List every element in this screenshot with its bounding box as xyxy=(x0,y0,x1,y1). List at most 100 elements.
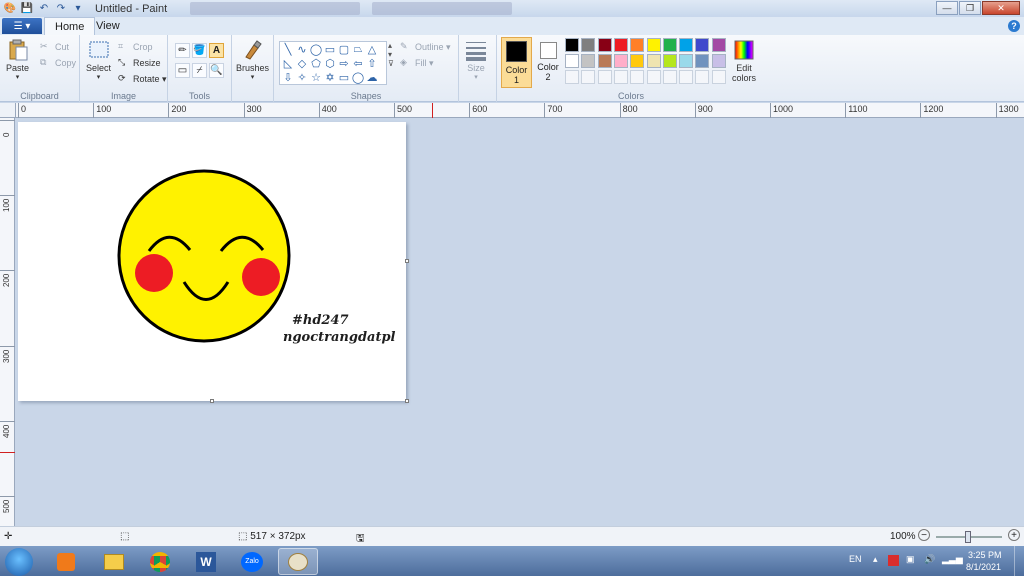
pentagon-shape-icon[interactable]: ⬠ xyxy=(309,57,323,70)
fill-bucket-icon[interactable]: 🪣 xyxy=(192,43,207,58)
custom-color-slot[interactable] xyxy=(597,70,612,84)
palette-swatch[interactable] xyxy=(565,38,579,52)
callout-rect-icon[interactable]: ▭ xyxy=(337,71,351,84)
rotate-button[interactable]: ⟳ Rotate ▾ xyxy=(118,73,167,85)
palette-swatch[interactable] xyxy=(711,54,726,68)
palette-swatch[interactable] xyxy=(630,38,645,52)
palette-swatch[interactable] xyxy=(646,54,661,68)
shapes-gallery[interactable]: ╲ ∿ ◯ ▭ ▢ ⏢ △ ◺ ◇ ⬠ ⬡ ⇨ ⇦ ⇧ ⇩ ✧ ☆ ✡ ▭ ◯ … xyxy=(279,41,387,85)
zoom-slider-thumb[interactable] xyxy=(965,531,971,543)
color2-button[interactable]: Color 2 xyxy=(534,37,562,88)
palette-swatch[interactable] xyxy=(597,54,612,68)
custom-color-slot[interactable] xyxy=(613,70,628,84)
palette-swatch[interactable] xyxy=(662,54,677,68)
right-triangle-shape-icon[interactable]: ◺ xyxy=(281,57,295,70)
right-arrow-shape-icon[interactable]: ⇨ xyxy=(337,57,351,70)
hexagon-shape-icon[interactable]: ⬡ xyxy=(323,57,337,70)
diamond-shape-icon[interactable]: ◇ xyxy=(295,57,309,70)
color-picker-icon[interactable]: ⌿ xyxy=(192,63,207,78)
triangle-shape-icon[interactable]: △ xyxy=(365,43,379,56)
palette-swatch[interactable] xyxy=(565,54,579,68)
undo-icon[interactable]: ↶ xyxy=(37,2,51,16)
palette-swatch[interactable] xyxy=(695,38,710,52)
cut-button[interactable]: ✂ Cut xyxy=(40,41,69,53)
four-point-star-icon[interactable]: ✧ xyxy=(295,71,309,84)
customize-qat-icon[interactable]: ▾ xyxy=(71,2,85,16)
eraser-icon[interactable]: ▭ xyxy=(175,63,190,78)
color1-button[interactable]: Color 1 xyxy=(501,37,532,88)
polygon-shape-icon[interactable]: ⏢ xyxy=(351,43,365,56)
tab-view[interactable]: View xyxy=(86,17,130,35)
resize-handle-corner[interactable] xyxy=(405,399,409,403)
oval-shape-icon[interactable]: ◯ xyxy=(309,43,323,56)
callout-cloud-icon[interactable]: ☁ xyxy=(365,71,379,84)
file-menu-button[interactable]: ☰ ▾ xyxy=(2,18,42,34)
select-button[interactable]: Select ▾ xyxy=(86,39,111,81)
clock-time[interactable]: 3:25 PM xyxy=(968,550,1002,560)
curve-shape-icon[interactable]: ∿ xyxy=(295,43,309,56)
outline-button[interactable]: ✎ Outline ▾ xyxy=(400,41,451,53)
custom-color-slot[interactable] xyxy=(711,70,726,84)
minimize-button[interactable]: — xyxy=(936,1,958,15)
custom-color-slot[interactable] xyxy=(679,70,694,84)
up-arrow-shape-icon[interactable]: ⇧ xyxy=(365,57,379,70)
zoom-in-button[interactable]: + xyxy=(1008,529,1020,541)
down-arrow-shape-icon[interactable]: ⇩ xyxy=(281,71,295,84)
copy-button[interactable]: ⧉ Copy xyxy=(40,57,76,69)
chrome-icon[interactable] xyxy=(140,548,180,575)
pencil-icon[interactable]: ✏ xyxy=(175,43,190,58)
shapes-scroll-icon[interactable]: ▴ ▾ ⊽ xyxy=(388,41,394,68)
palette-swatch[interactable] xyxy=(711,38,726,52)
crop-button[interactable]: ⌗ Crop xyxy=(118,41,153,53)
help-icon[interactable]: ? xyxy=(1008,20,1020,32)
close-button[interactable]: ✕ xyxy=(982,1,1020,15)
volume-icon[interactable]: 🔊 xyxy=(924,554,935,565)
word-icon[interactable]: W xyxy=(186,548,226,575)
palette-swatch[interactable] xyxy=(679,54,694,68)
six-point-star-icon[interactable]: ✡ xyxy=(323,71,337,84)
custom-color-slot[interactable] xyxy=(646,70,661,84)
palette-swatch[interactable] xyxy=(597,38,612,52)
palette-swatch[interactable] xyxy=(679,38,694,52)
callout-oval-icon[interactable]: ◯ xyxy=(351,71,365,84)
media-player-icon[interactable] xyxy=(46,548,86,575)
line-shape-icon[interactable]: ╲ xyxy=(281,43,295,56)
paste-button[interactable]: Paste ▾ xyxy=(6,39,29,81)
antivirus-tray-icon[interactable] xyxy=(888,555,899,566)
fill-button[interactable]: ◈ Fill ▾ xyxy=(400,57,434,69)
custom-color-slot[interactable] xyxy=(662,70,677,84)
palette-swatch[interactable] xyxy=(613,54,628,68)
palette-swatch[interactable] xyxy=(630,54,645,68)
palette-swatch[interactable] xyxy=(662,38,677,52)
magnifier-icon[interactable]: 🔍 xyxy=(209,63,224,78)
show-desktop-button[interactable] xyxy=(1014,546,1024,576)
resize-handle-bottom[interactable] xyxy=(210,399,214,403)
tray-expand-icon[interactable]: ▴ xyxy=(873,554,878,565)
custom-color-slot[interactable] xyxy=(581,70,596,84)
start-button[interactable] xyxy=(5,548,33,576)
palette-swatch[interactable] xyxy=(581,38,596,52)
rectangle-shape-icon[interactable]: ▭ xyxy=(323,43,337,56)
resize-handle-right[interactable] xyxy=(405,259,409,263)
clock-date[interactable]: 8/1/2021 xyxy=(966,562,1001,572)
brushes-button[interactable]: Brushes ▾ xyxy=(236,39,269,81)
maximize-button[interactable]: ❐ xyxy=(959,1,981,15)
network-icon[interactable]: ▂▃▅ xyxy=(942,554,963,565)
palette-swatch[interactable] xyxy=(613,38,628,52)
text-tool-icon[interactable]: A xyxy=(209,43,224,58)
rounded-rectangle-shape-icon[interactable]: ▢ xyxy=(337,43,351,56)
edit-colors-button[interactable]: Edit colors xyxy=(732,39,756,83)
app-tray-icon[interactable]: ▣ xyxy=(906,554,915,565)
save-icon[interactable]: 💾 xyxy=(20,2,34,16)
paint-app-icon[interactable]: 🎨 xyxy=(3,2,17,16)
zalo-icon[interactable]: Zalo xyxy=(232,548,272,575)
resize-button[interactable]: ⤡ Resize xyxy=(118,57,161,69)
palette-swatch[interactable] xyxy=(646,38,661,52)
file-explorer-icon[interactable] xyxy=(94,548,134,575)
custom-color-slot[interactable] xyxy=(695,70,710,84)
redo-icon[interactable]: ↷ xyxy=(54,2,68,16)
custom-color-slot[interactable] xyxy=(630,70,645,84)
drawing-canvas[interactable]: #hd247 ngoctrangdatpl xyxy=(18,122,406,401)
custom-color-slot[interactable] xyxy=(565,70,579,84)
five-point-star-icon[interactable]: ☆ xyxy=(309,71,323,84)
